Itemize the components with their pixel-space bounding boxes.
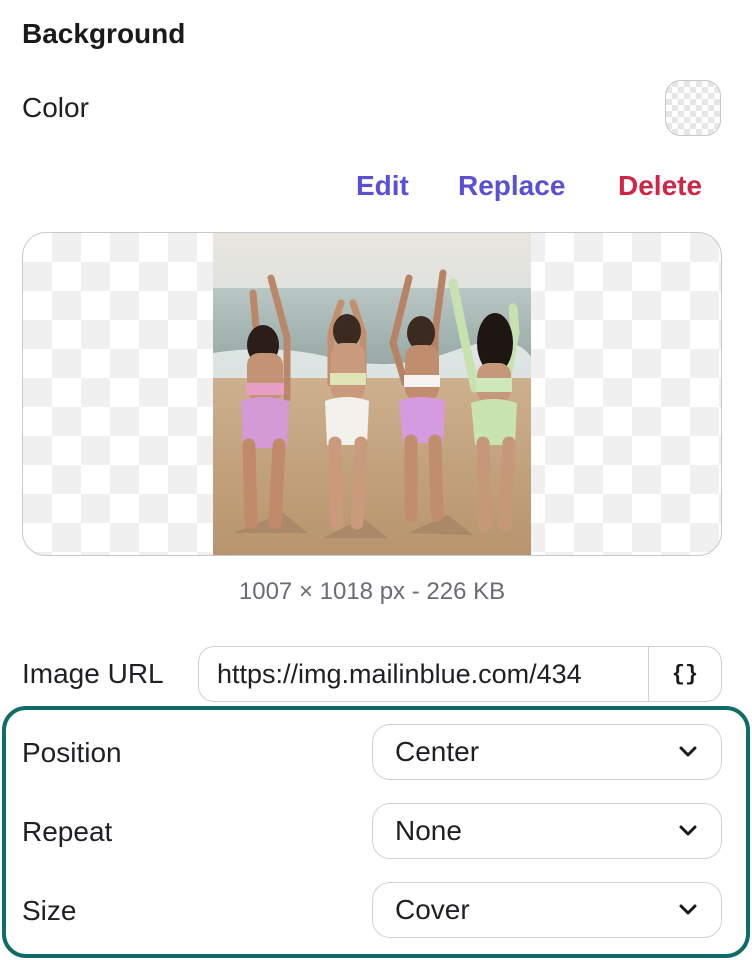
chevron-down-icon xyxy=(677,741,699,763)
size-label: Size xyxy=(22,895,77,926)
curly-braces-icon: {} xyxy=(671,661,699,687)
background-photo xyxy=(213,233,531,555)
color-label: Color xyxy=(22,92,89,123)
edit-image-link[interactable]: Edit xyxy=(356,170,409,202)
section-title: Background xyxy=(22,18,186,49)
delete-image-link[interactable]: Delete xyxy=(618,170,702,202)
background-image-preview xyxy=(22,232,722,556)
repeat-label: Repeat xyxy=(22,816,113,847)
position-value: Center xyxy=(395,736,480,767)
size-select[interactable]: Cover xyxy=(372,882,722,938)
size-value: Cover xyxy=(395,894,470,925)
repeat-value: None xyxy=(395,815,462,846)
position-label: Position xyxy=(22,737,122,768)
chevron-down-icon xyxy=(677,899,699,921)
image-url-label: Image URL xyxy=(22,658,164,689)
chevron-down-icon xyxy=(677,820,699,842)
position-select[interactable]: Center xyxy=(372,724,722,780)
replace-image-link[interactable]: Replace xyxy=(458,170,565,202)
image-url-field: {} xyxy=(198,646,722,702)
color-swatch[interactable] xyxy=(665,80,721,136)
image-url-input[interactable] xyxy=(199,647,648,701)
image-dimensions-info: 1007 × 1018 px - 226 KB xyxy=(238,578,506,605)
repeat-select[interactable]: None xyxy=(372,803,722,859)
insert-variable-button[interactable]: {} xyxy=(648,647,721,701)
